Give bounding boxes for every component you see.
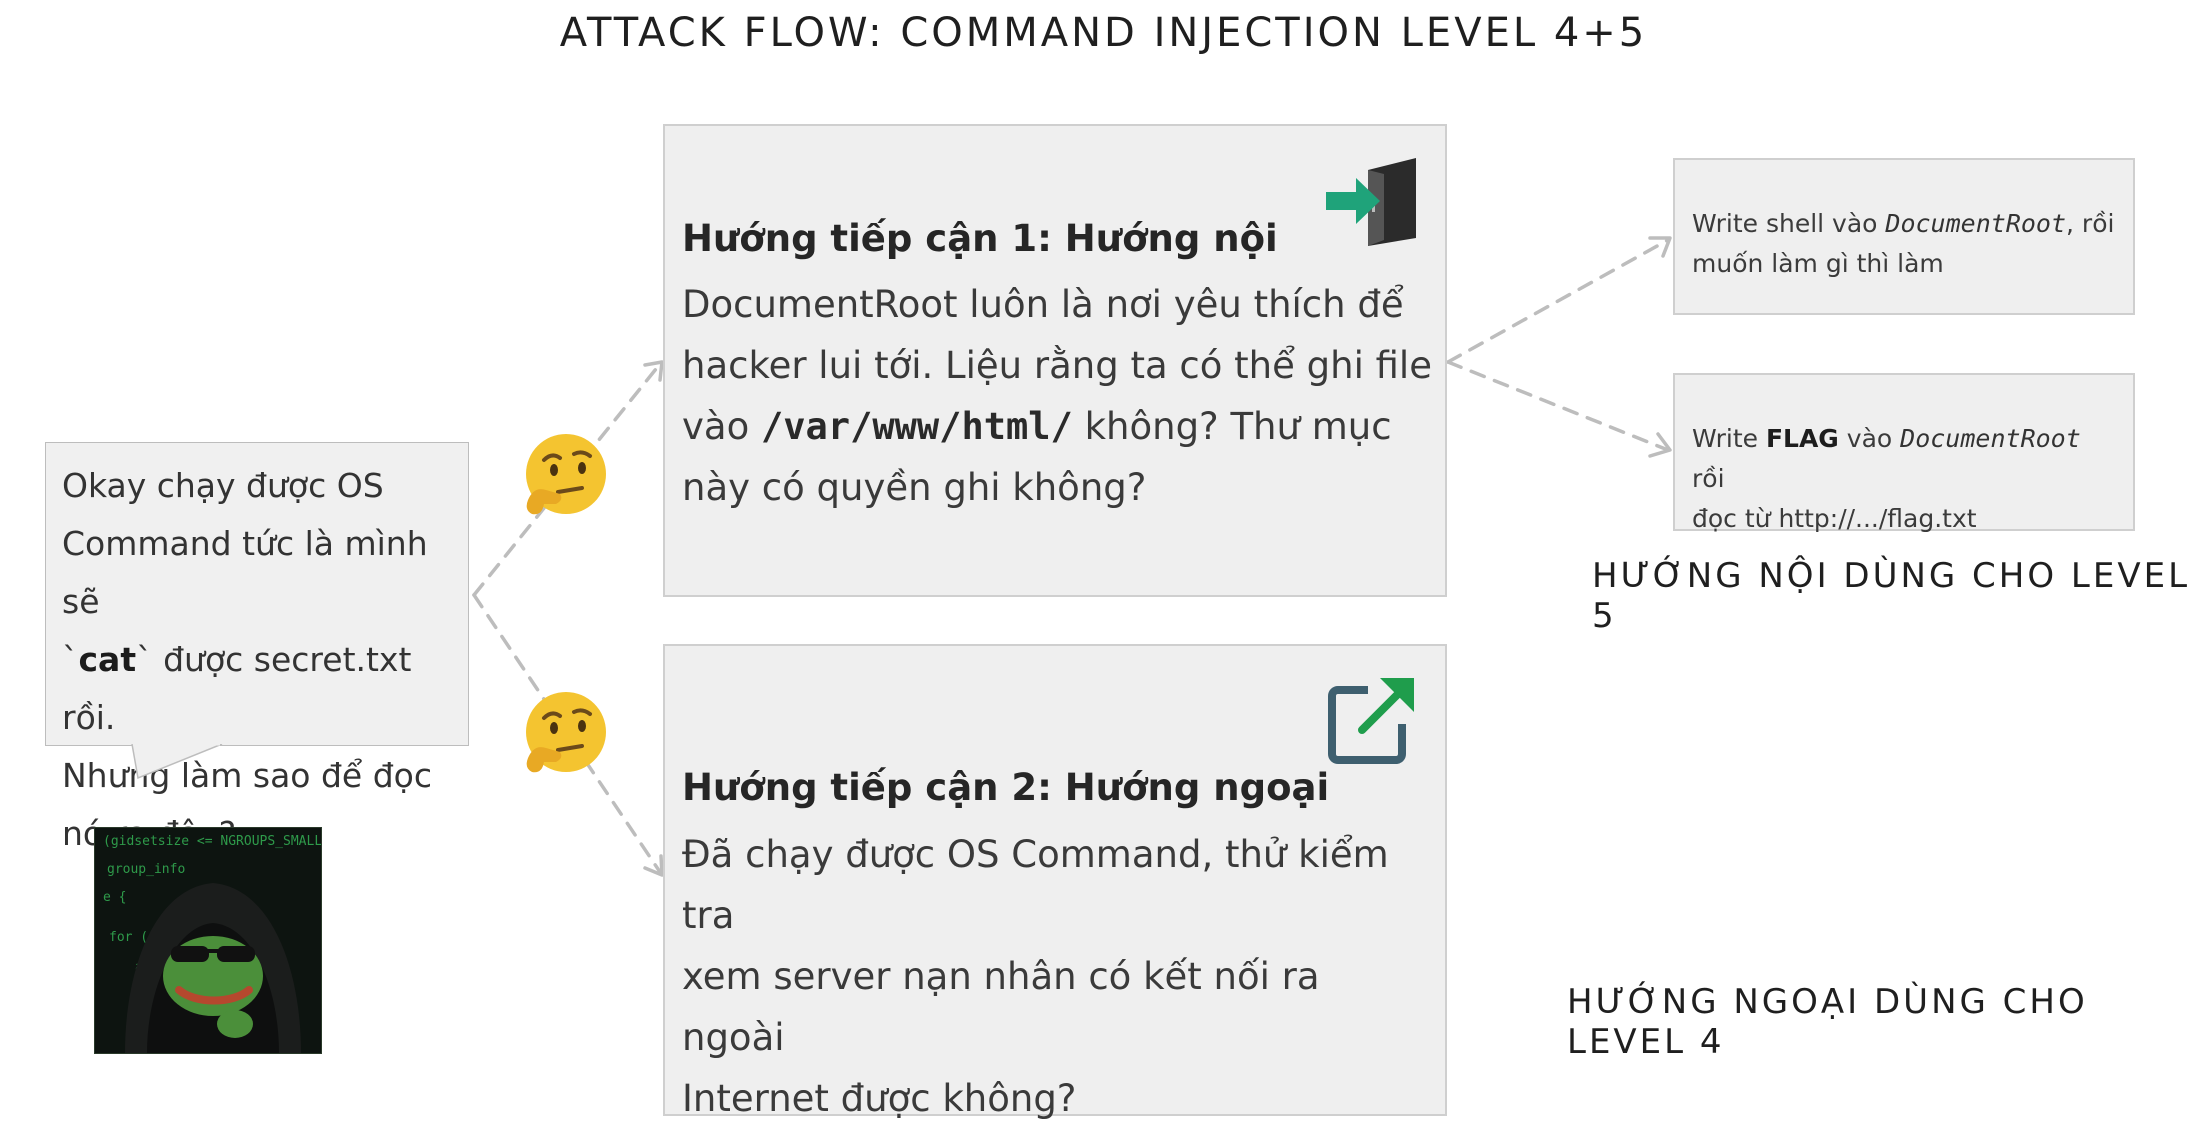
- approach-2-description: Đã chạy được OS Command, thử kiểm tra xe…: [682, 833, 1389, 1120]
- pepe-hacker-icon: [125, 883, 301, 1053]
- approach-2-title: Hướng tiếp cận 2: Hướng ngoại: [682, 766, 1330, 809]
- speech-bubble: Okay chạy được OS Command tức là mình sẽ…: [45, 442, 469, 853]
- external-link-icon: [1328, 678, 1414, 764]
- approach-1-title: Hướng tiếp cận 1: Hướng nội: [682, 217, 1278, 260]
- cat-command: cat: [78, 640, 137, 679]
- level-4-label: HƯỚNG NGOẠI DÙNG CHO LEVEL 4: [1567, 982, 2088, 1062]
- speech-line: `cat` được secret.txt rồi.: [62, 640, 412, 737]
- speech-line: Nhưng làm sao để đọc: [62, 756, 433, 795]
- flag-keyword: FLAG: [1765, 424, 1839, 453]
- documentroot-code: DocumentRoot: [1900, 424, 2081, 453]
- thinking-face-icon: [526, 692, 606, 773]
- webroot-path: /var/www/html/: [760, 405, 1073, 448]
- speech-line: Okay chạy được OS: [62, 466, 384, 505]
- write-shell-note: Write shell vào DocumentRoot, rồi muốn l…: [1673, 158, 2135, 315]
- connector-card1-to-note1: [1446, 238, 1670, 364]
- enter-door-icon: [1326, 158, 1416, 246]
- write-flag-note: Write FLAG vào DocumentRoot rồi đọc từ h…: [1673, 373, 2135, 533]
- speech-bubble-tail: [131, 744, 223, 780]
- documentroot-code: DocumentRoot: [1885, 209, 2067, 238]
- arrowhead-card2: [643, 854, 664, 877]
- level-5-label: HƯỚNG NỘI DÙNG CHO LEVEL 5: [1592, 556, 2191, 636]
- approach-1-description: DocumentRoot luôn là nơi yêu thích để ha…: [682, 283, 1432, 509]
- hacker-avatar: (gidsetsize <= NGROUPS_SMALL) group_info…: [94, 827, 322, 1054]
- thinking-face-icon: [526, 434, 606, 515]
- speech-line: Command tức là mình sẽ: [62, 524, 428, 621]
- connector-card1-to-note2: [1446, 360, 1670, 452]
